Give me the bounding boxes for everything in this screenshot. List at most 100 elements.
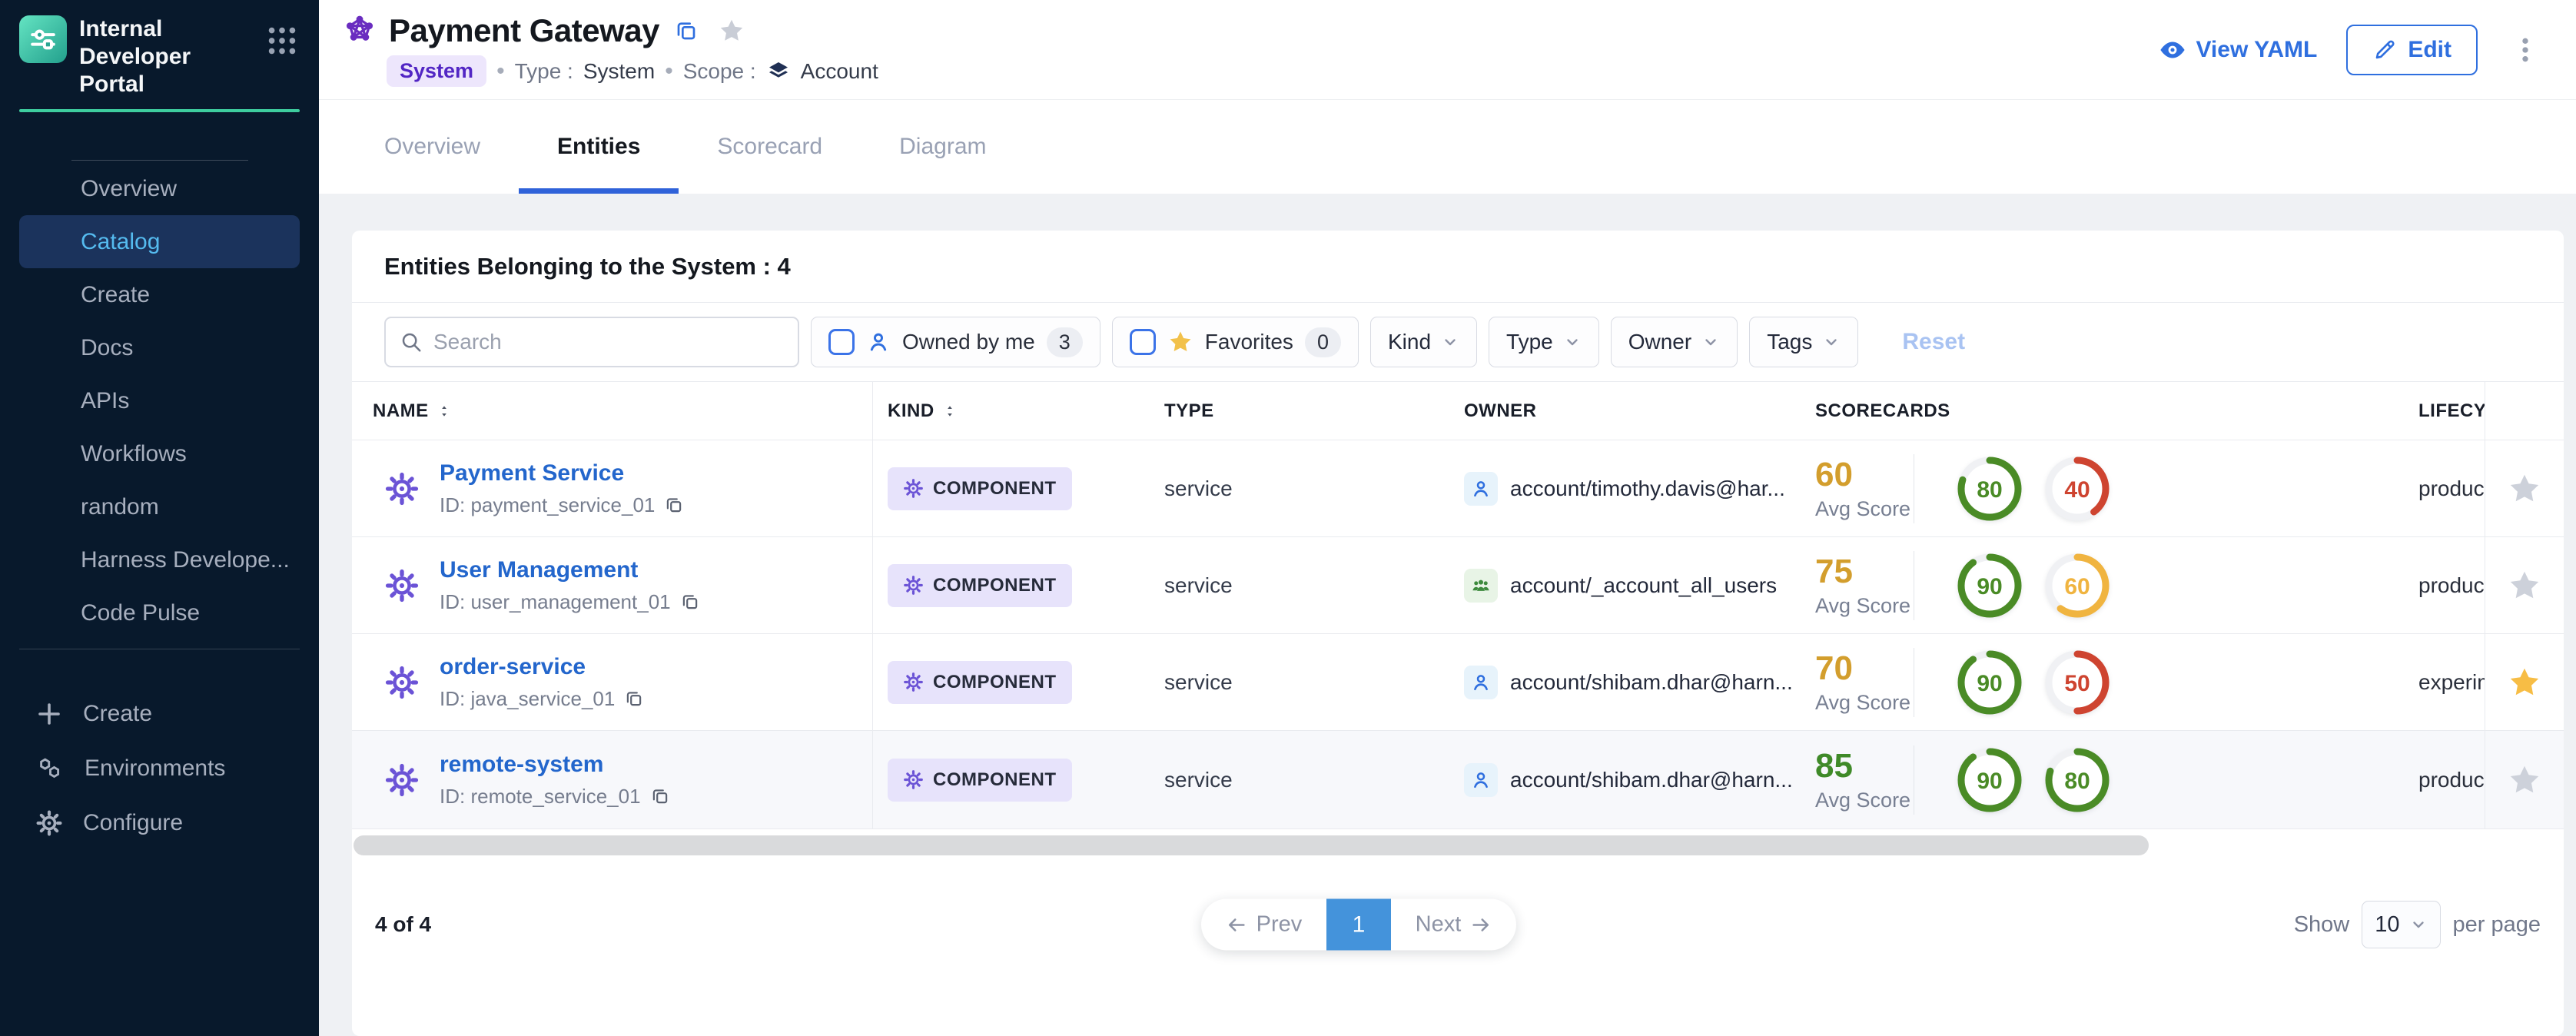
entity-link[interactable]: Payment Service: [440, 460, 684, 486]
sidebar-item-code-pulse[interactable]: Code Pulse: [19, 586, 300, 639]
type-value: service: [1164, 573, 1464, 598]
kind-dropdown[interactable]: Kind: [1370, 317, 1477, 367]
edit-button[interactable]: Edit: [2346, 25, 2478, 75]
scorecard-gauge: 40: [2042, 453, 2113, 524]
tab-scorecard[interactable]: Scorecard: [679, 100, 861, 194]
sidebar-item-environments[interactable]: Environments: [0, 741, 319, 795]
favorite-cell: [2485, 731, 2564, 829]
owned-by-me-count: 3: [1047, 327, 1083, 357]
horizontal-scrollbar[interactable]: [354, 835, 2149, 855]
sidebar-item-create-entity[interactable]: Create: [0, 686, 319, 741]
owned-by-me-checkbox[interactable]: [828, 329, 855, 355]
favorite-star-icon[interactable]: [2507, 762, 2542, 798]
table-header-row: NAME KIND TYPE OWNER SCORECARDS LIFECYCL…: [352, 382, 2564, 440]
tags-dropdown[interactable]: Tags: [1749, 317, 1858, 367]
view-yaml-label: View YAML: [2196, 37, 2317, 63]
prev-label: Prev: [1256, 912, 1303, 938]
more-options-kebab-icon[interactable]: [2507, 30, 2544, 70]
sidebar-item-catalog[interactable]: Catalog: [19, 215, 300, 268]
svg-text:40: 40: [2064, 477, 2090, 503]
copy-id-icon[interactable]: [624, 689, 644, 709]
entity-link[interactable]: order-service: [440, 654, 644, 680]
page-size-select[interactable]: 10: [2362, 901, 2440, 948]
avg-score-label: Avg Score: [1815, 594, 1914, 618]
copy-id-icon[interactable]: [664, 495, 684, 515]
scope-key: Scope :: [683, 59, 756, 84]
entity-id: ID: payment_service_01: [440, 493, 655, 517]
star-icon: [1167, 329, 1193, 355]
sidebar-item-create[interactable]: Create: [19, 268, 300, 321]
favorite-cell: [2485, 440, 2564, 537]
next-page-button[interactable]: Next: [1391, 899, 1516, 951]
app-grid-icon[interactable]: [264, 23, 300, 98]
copy-id-icon[interactable]: [650, 786, 670, 806]
kind-label: COMPONENT: [933, 769, 1057, 791]
entity-id: ID: java_service_01: [440, 687, 615, 711]
sidebar-item-apis[interactable]: APIs: [19, 374, 300, 427]
chevron-down-icon: [2409, 915, 2428, 934]
copy-title-icon[interactable]: [674, 18, 699, 43]
favorites-filter[interactable]: Favorites 0: [1112, 317, 1359, 367]
scorecard-gauge: 90: [1954, 745, 2025, 815]
sidebar-header: Internal Developer Portal: [0, 0, 319, 112]
page-size-control: Show 10 per page: [2294, 901, 2541, 948]
sidebar-item-random[interactable]: random: [19, 480, 300, 533]
copy-id-icon[interactable]: [680, 592, 700, 612]
sidebar-item-label: Environments: [85, 755, 225, 782]
favorite-star-icon[interactable]: [2507, 568, 2542, 603]
entity-link[interactable]: User Management: [440, 557, 700, 583]
tab-diagram[interactable]: Diagram: [861, 100, 1024, 194]
eye-icon: [2159, 36, 2186, 64]
search-box: [384, 317, 799, 367]
owned-by-me-filter[interactable]: Owned by me 3: [811, 317, 1100, 367]
favorite-star-icon[interactable]: [2507, 665, 2542, 700]
kind-badge: COMPONENT: [888, 759, 1072, 802]
sidebar-item-docs[interactable]: Docs: [19, 321, 300, 374]
page-number-button[interactable]: 1: [1326, 899, 1391, 951]
pencil-icon: [2372, 38, 2397, 62]
favorite-star-icon[interactable]: [2507, 471, 2542, 506]
owner-dropdown-label: Owner: [1628, 330, 1691, 354]
column-header-scorecards: SCORECARDS: [1815, 400, 2418, 422]
svg-text:90: 90: [1977, 769, 2002, 794]
app-root: Internal Developer Portal Overview Catal…: [0, 0, 2576, 1036]
svg-text:50: 50: [2064, 671, 2090, 696]
svg-text:90: 90: [1977, 671, 2002, 696]
type-value: System: [583, 59, 655, 84]
owner-user-icon: [1464, 666, 1498, 699]
kind-badge: COMPONENT: [888, 661, 1072, 704]
scorecard-gauge: 50: [2042, 647, 2113, 718]
owner-dropdown[interactable]: Owner: [1611, 317, 1738, 367]
favorite-title-star-icon[interactable]: [718, 17, 745, 45]
favorite-cell: [2485, 537, 2564, 634]
column-header-name[interactable]: NAME: [352, 400, 872, 422]
tab-overview[interactable]: Overview: [346, 100, 519, 194]
column-header-kind[interactable]: KIND: [872, 400, 1164, 422]
favorites-checkbox[interactable]: [1130, 329, 1156, 355]
sidebar-item-overview[interactable]: Overview: [19, 162, 300, 215]
owner-user-icon: [1464, 472, 1498, 506]
column-header-type: TYPE: [1164, 400, 1464, 422]
sidebar-item-workflows[interactable]: Workflows: [19, 427, 300, 480]
tab-entities[interactable]: Entities: [519, 100, 679, 194]
app-title: Internal Developer Portal: [79, 15, 241, 98]
entity-link[interactable]: remote-system: [440, 752, 670, 778]
prev-page-button[interactable]: Prev: [1201, 899, 1326, 951]
svg-text:80: 80: [1977, 477, 2002, 503]
type-value: service: [1164, 670, 1464, 695]
sidebar-item-configure[interactable]: Configure: [0, 795, 319, 850]
table-row: remote-system ID: remote_service_01 COMP: [352, 731, 2564, 829]
search-input[interactable]: [433, 330, 784, 354]
scorecard-gauge: 90: [1954, 647, 2025, 718]
kind-badge: COMPONENT: [888, 467, 1072, 510]
sidebar-item-harness-developer[interactable]: Harness Develope...: [19, 533, 300, 586]
favorites-column-header: [2485, 382, 2564, 440]
main-panel: Payment Gateway System • Type : System •…: [319, 0, 2576, 1036]
type-dropdown[interactable]: Type: [1489, 317, 1599, 367]
view-yaml-button[interactable]: View YAML: [2159, 36, 2317, 64]
reset-filters-button[interactable]: Reset: [1902, 329, 1965, 355]
next-label: Next: [1416, 912, 1462, 938]
owner-user-icon: [1464, 763, 1498, 797]
scorecard-gauge: 80: [1954, 453, 2025, 524]
entities-card: Entities Belonging to the System : 4 Own…: [352, 231, 2564, 1036]
